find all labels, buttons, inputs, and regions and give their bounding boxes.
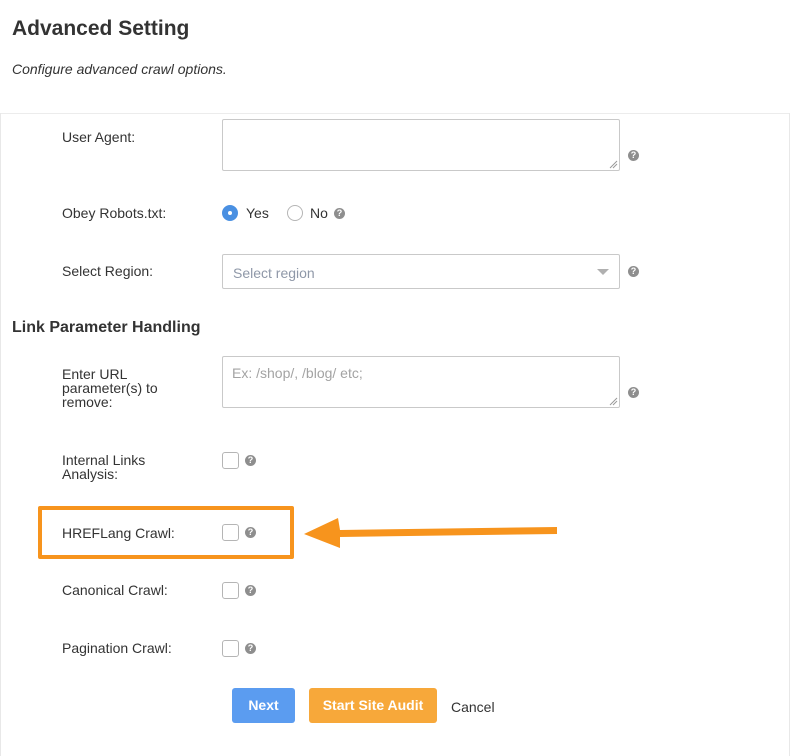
internal-links-help-icon[interactable]: ?: [245, 455, 256, 466]
page-title: Advanced Setting: [12, 17, 190, 40]
pagination-label: Pagination Crawl:: [62, 640, 172, 656]
page-header: Advanced Setting Configure advanced craw…: [0, 0, 790, 114]
obey-robots-yes-label: Yes: [246, 205, 269, 221]
select-region-label: Select Region:: [62, 263, 154, 279]
user-agent-label: User Agent:: [62, 129, 136, 145]
start-site-audit-button[interactable]: Start Site Audit: [309, 688, 437, 723]
obey-robots-no-label: No: [310, 205, 328, 221]
pagination-checkbox[interactable]: [222, 640, 239, 657]
internal-links-label: Internal Links Analysis:: [62, 453, 145, 481]
resize-handle-icon[interactable]: [609, 397, 618, 406]
internal-links-checkbox[interactable]: [222, 452, 239, 469]
url-params-label-line: remove:: [62, 394, 113, 410]
hreflang-help-icon[interactable]: ?: [245, 527, 256, 538]
hreflang-label: HREFLang Crawl:: [62, 525, 175, 541]
resize-handle-icon[interactable]: [609, 160, 618, 169]
canonical-checkbox[interactable]: [222, 582, 239, 599]
pagination-help-icon[interactable]: ?: [245, 643, 256, 654]
cancel-link[interactable]: Cancel: [451, 699, 495, 715]
user-agent-help-icon[interactable]: ?: [628, 150, 639, 161]
chevron-down-icon: [597, 269, 609, 275]
next-button[interactable]: Next: [232, 688, 295, 723]
url-params-placeholder: Ex: /shop/, /blog/ etc;: [232, 365, 363, 381]
url-params-label: Enter URL parameter(s) to remove:: [62, 367, 158, 409]
obey-robots-yes-radio[interactable]: [222, 205, 238, 221]
link-parameter-section-title: Link Parameter Handling: [12, 319, 201, 336]
url-params-help-icon[interactable]: ?: [628, 387, 639, 398]
region-help-icon[interactable]: ?: [628, 266, 639, 277]
hreflang-checkbox[interactable]: [222, 524, 239, 541]
user-agent-input[interactable]: [222, 119, 620, 171]
url-params-label-line: Enter URL: [62, 366, 128, 382]
url-params-input[interactable]: Ex: /shop/, /blog/ etc;: [222, 356, 620, 408]
canonical-help-icon[interactable]: ?: [245, 585, 256, 596]
internal-links-label-line: Internal Links: [62, 452, 146, 468]
obey-robots-label: Obey Robots.txt:: [62, 205, 167, 221]
obey-robots-help-icon[interactable]: ?: [334, 208, 345, 219]
region-select-placeholder: Select region: [233, 265, 315, 281]
page-subtitle: Configure advanced crawl options.: [12, 61, 227, 77]
region-select[interactable]: Select region: [222, 254, 620, 289]
pointer-arrow-icon: [304, 518, 557, 548]
canonical-label: Canonical Crawl:: [62, 582, 168, 598]
internal-links-label-line: Analysis:: [62, 466, 119, 482]
url-params-label-line: parameter(s) to: [62, 380, 158, 396]
obey-robots-no-radio[interactable]: [287, 205, 303, 221]
